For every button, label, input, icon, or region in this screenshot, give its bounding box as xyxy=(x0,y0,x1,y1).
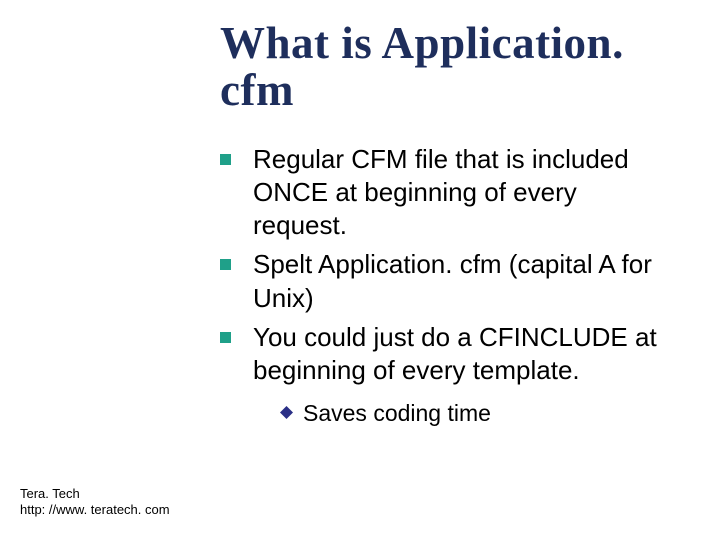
bullet-text: Spelt Application. cfm (capital A for Un… xyxy=(253,248,660,315)
sub-bullet-text: Saves coding time xyxy=(303,399,491,429)
diamond-bullet-icon xyxy=(280,406,293,419)
list-item: You could just do a CFINCLUDE at beginni… xyxy=(220,321,660,388)
square-bullet-icon xyxy=(220,154,231,165)
slide: What is Application. cfm Regular CFM fil… xyxy=(0,0,720,540)
page-title: What is Application. cfm xyxy=(220,20,660,115)
footer: Tera. Tech http: //www. teratech. com xyxy=(20,486,170,519)
square-bullet-icon xyxy=(220,259,231,270)
bullet-list: Regular CFM file that is included ONCE a… xyxy=(220,143,660,388)
footer-org: Tera. Tech xyxy=(20,486,170,502)
square-bullet-icon xyxy=(220,332,231,343)
bullet-text: You could just do a CFINCLUDE at beginni… xyxy=(253,321,660,388)
footer-url: http: //www. teratech. com xyxy=(20,502,170,518)
sub-bullet-list: Saves coding time xyxy=(280,399,660,429)
bullet-text: Regular CFM file that is included ONCE a… xyxy=(253,143,660,243)
list-item: Saves coding time xyxy=(280,399,660,429)
list-item: Spelt Application. cfm (capital A for Un… xyxy=(220,248,660,315)
list-item: Regular CFM file that is included ONCE a… xyxy=(220,143,660,243)
